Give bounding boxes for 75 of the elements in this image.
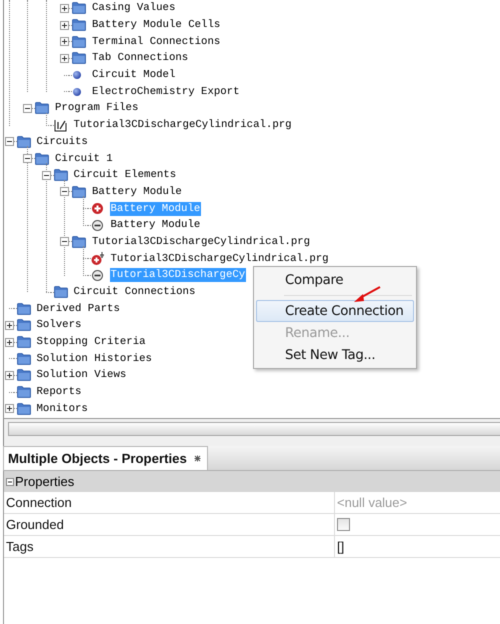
folder-icon bbox=[72, 36, 86, 48]
tree-item[interactable]: Derived Parts bbox=[36, 302, 121, 316]
minus-circle-icon bbox=[90, 218, 104, 232]
folder-icon bbox=[72, 52, 86, 64]
tree-item[interactable]: Battery Module bbox=[110, 218, 202, 232]
folder-icon bbox=[16, 369, 30, 382]
document-icon bbox=[54, 118, 68, 132]
tree-item[interactable]: Program Files bbox=[54, 101, 140, 116]
folder-icon bbox=[16, 136, 30, 148]
collapse-icon[interactable] bbox=[60, 237, 69, 246]
folder-icon bbox=[16, 402, 30, 415]
tree-item[interactable]: Monitors bbox=[36, 402, 89, 416]
horizontal-scrollbar[interactable] bbox=[8, 422, 500, 436]
collapse-icon[interactable] bbox=[4, 137, 14, 146]
tree-item[interactable]: Circuit Connections bbox=[72, 285, 196, 300]
tree-item[interactable]: Circuit Elements bbox=[72, 168, 178, 182]
section-title: Properties bbox=[15, 474, 74, 489]
expand-icon[interactable] bbox=[4, 320, 14, 330]
property-value[interactable]: [] bbox=[335, 536, 500, 557]
folder-icon bbox=[54, 169, 68, 182]
checkbox[interactable] bbox=[337, 518, 350, 531]
expand-icon[interactable] bbox=[4, 404, 14, 414]
folder-icon bbox=[72, 19, 86, 32]
minus-circle-icon bbox=[90, 268, 104, 282]
menu-item[interactable]: Compare bbox=[256, 269, 414, 291]
tree-item[interactable]: Tutorial3CDischargeCylindrical.prg bbox=[110, 252, 330, 266]
plus-circle-icon bbox=[90, 202, 104, 216]
expand-icon[interactable] bbox=[4, 370, 14, 380]
menu-item[interactable]: Set New Tag... bbox=[256, 344, 414, 366]
tree-item[interactable]: Circuits bbox=[36, 134, 89, 149]
tree-item[interactable]: Tab Connections bbox=[91, 51, 190, 66]
property-name: Tags bbox=[4, 536, 335, 557]
tree-item[interactable]: Battery Module Cells bbox=[91, 18, 222, 32]
property-name: Grounded bbox=[4, 514, 335, 535]
folder-icon bbox=[35, 152, 49, 165]
expand-icon[interactable] bbox=[4, 338, 14, 347]
folder-icon bbox=[16, 319, 30, 332]
tree-item[interactable]: ElectroChemistry Export bbox=[91, 84, 241, 99]
folder-icon bbox=[16, 336, 30, 348]
tree-item[interactable]: Battery Module bbox=[91, 184, 183, 199]
close-icon[interactable] bbox=[194, 455, 201, 462]
menu-item[interactable]: Create Connection bbox=[256, 300, 414, 322]
folder-icon bbox=[72, 2, 86, 14]
folder-icon bbox=[35, 102, 49, 114]
tree-item[interactable]: Reports bbox=[36, 385, 82, 400]
folder-icon bbox=[72, 236, 86, 248]
plus-circle-ground-icon bbox=[90, 252, 104, 266]
tree-item[interactable]: Stopping Criteria bbox=[36, 335, 147, 350]
tree-item[interactable]: Tutorial3CDischargeCylindrical.prg bbox=[91, 234, 312, 249]
tree-item[interactable]: Tutorial3CDischargeCylindrical.prg bbox=[72, 118, 293, 132]
collapse-icon[interactable] bbox=[23, 104, 32, 113]
expand-icon[interactable] bbox=[60, 37, 69, 46]
folder-icon bbox=[72, 186, 86, 198]
expand-icon[interactable] bbox=[60, 20, 69, 30]
arrow-icon bbox=[352, 286, 382, 304]
collapse-icon[interactable] bbox=[6, 478, 14, 486]
folder-icon bbox=[16, 352, 30, 365]
tree-item[interactable]: Circuit Model bbox=[91, 68, 176, 82]
properties-tab[interactable]: Multiple Objects - Properties bbox=[3, 446, 208, 470]
tree-item[interactable]: Circuit 1 bbox=[54, 152, 114, 166]
tree-item[interactable]: Solution Histories bbox=[36, 352, 153, 366]
tree-item[interactable]: Solvers bbox=[36, 318, 82, 332]
collapse-icon[interactable] bbox=[60, 187, 69, 196]
folder-icon bbox=[16, 302, 30, 315]
folder-icon bbox=[16, 386, 30, 398]
tree-item[interactable]: Terminal Connections bbox=[91, 34, 222, 49]
collapse-icon[interactable] bbox=[42, 170, 50, 180]
expand-icon[interactable] bbox=[60, 54, 69, 63]
folder-icon bbox=[54, 286, 68, 298]
tab-title: Multiple Objects - Properties bbox=[8, 451, 187, 466]
expand-icon[interactable] bbox=[60, 4, 69, 13]
collapse-icon[interactable] bbox=[23, 154, 32, 164]
tree-item[interactable]: Casing Values bbox=[91, 1, 176, 16]
tree-item[interactable]: Solution Views bbox=[36, 368, 128, 382]
property-name: Connection bbox=[4, 492, 335, 513]
